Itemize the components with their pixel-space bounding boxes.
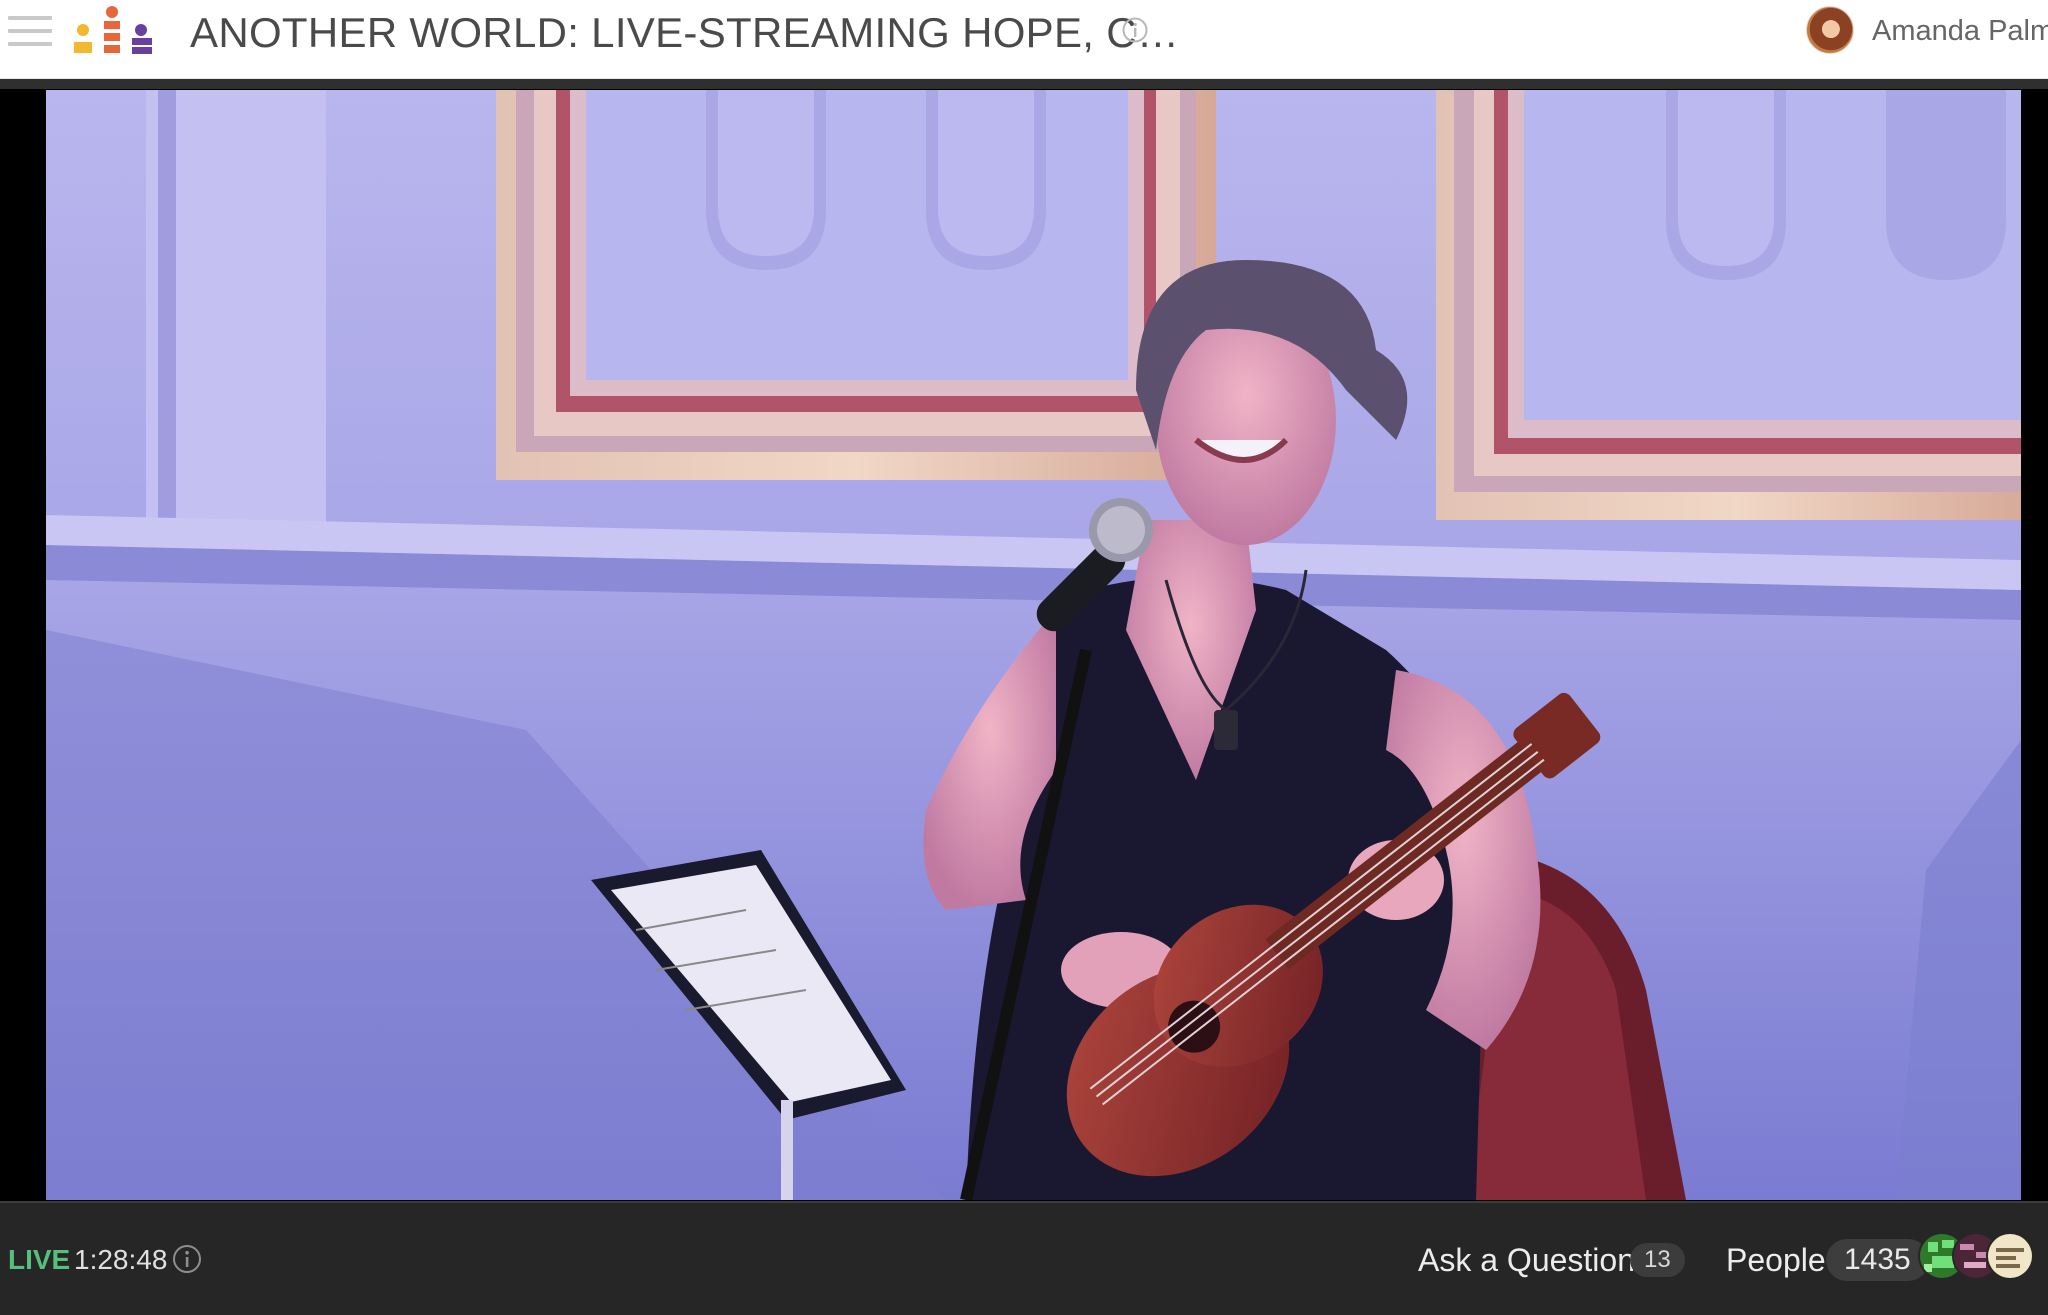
- app-logo[interactable]: [70, 6, 154, 62]
- stage-divider: [0, 79, 2048, 89]
- top-bar: ANOTHER WORLD: LIVE-STREAMING HOPE, C… A…: [0, 0, 2048, 79]
- ask-question-label: Ask a Question: [1418, 1242, 1635, 1278]
- hamburger-menu-icon[interactable]: [8, 16, 52, 46]
- people-button[interactable]: People 1435: [1726, 1239, 1929, 1281]
- people-count-badge: 1435: [1826, 1239, 1929, 1281]
- people-label: People: [1726, 1242, 1826, 1278]
- user-name[interactable]: Amanda Palme: [1872, 14, 2048, 48]
- video-frame: [46, 90, 2021, 1200]
- live-video-player[interactable]: [46, 90, 2021, 1200]
- info-circle-icon[interactable]: [1122, 17, 1148, 43]
- question-count-badge: 13: [1630, 1243, 1685, 1277]
- elapsed-time: 1:28:48: [74, 1244, 168, 1275]
- live-indicator: LIVE: [8, 1244, 71, 1275]
- user-avatar[interactable]: [1806, 6, 1854, 54]
- attendee-avatar[interactable]: [1986, 1232, 2034, 1280]
- ask-question-button[interactable]: Ask a Question 13: [1418, 1239, 1685, 1281]
- bottom-bar: LIVE 1:28:48 Ask a Question 13 People 14…: [0, 1201, 2048, 1315]
- event-title: ANOTHER WORLD: LIVE-STREAMING HOPE, C…: [190, 9, 1180, 56]
- video-stage: [0, 79, 2048, 1201]
- info-circle-icon[interactable]: [172, 1244, 202, 1274]
